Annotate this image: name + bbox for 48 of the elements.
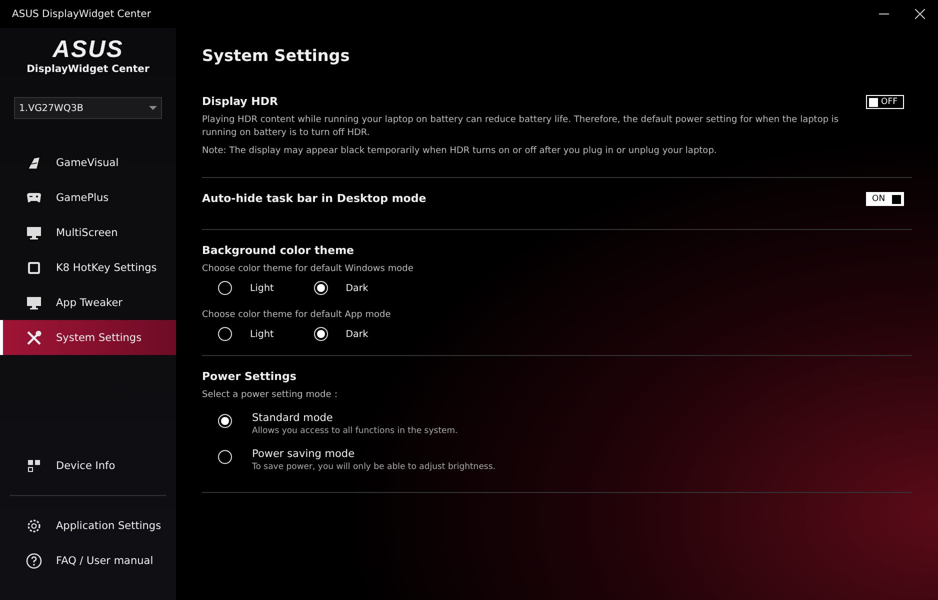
toggle-switch[interactable]: ON: [866, 192, 904, 206]
note-text: Note: The display may appear black temporarily when HDR turns on or off after you plug in or unplug your laptop.: [202, 145, 718, 158]
gamevisual-icon: [26, 154, 42, 170]
nav-item[interactable]: K8 HotKey Settings: [0, 250, 176, 285]
section-title: Background color theme: [202, 244, 355, 258]
logo: ASUS: [52, 38, 124, 62]
grid-icon: [26, 458, 42, 474]
radio-button[interactable]: [314, 327, 328, 342]
section-title: Power Settings: [202, 370, 298, 384]
nav-item[interactable]: App Tweaker: [0, 285, 176, 320]
nav-item[interactable]: GameVisual: [0, 145, 176, 180]
radio-button[interactable]: [218, 327, 232, 342]
radio-button[interactable]: [218, 414, 232, 428]
radio-option[interactable]: Dark: [314, 281, 368, 296]
tools-icon: [26, 330, 42, 346]
toggle-switch[interactable]: OFF: [866, 95, 904, 109]
description-text: Playing HDR content while running your laptop on battery can reduce battery life. Therefore, the default power setting for when the laptop is running on battery is to turn off HDR.: [202, 114, 840, 140]
help-icon: [26, 552, 42, 568]
monitor-dropdown[interactable]: 1.VG27WQ3B: [14, 97, 162, 119]
nav-item[interactable]: GamePlus: [0, 180, 176, 215]
monitor-icon: [26, 294, 42, 310]
radio-button[interactable]: [218, 450, 232, 464]
option-label[interactable]: Standard mode: [252, 412, 458, 424]
caption-text: Choose color theme for default App mode: [202, 309, 392, 322]
app-name: DisplayWidget Center: [26, 64, 150, 75]
settings-icon: [26, 518, 42, 534]
page-title: System Settings: [202, 46, 351, 65]
radio-button[interactable]: [218, 281, 232, 296]
nav-item[interactable]: FAQ / User manual: [0, 543, 160, 578]
nav-item[interactable]: System Settings: [0, 320, 176, 355]
nav-item[interactable]: Device Info: [0, 448, 176, 483]
monitor-icon: [26, 224, 42, 240]
caption-text: Choose color theme for default Windows mode: [202, 263, 414, 276]
nav-item[interactable]: Application Settings: [0, 508, 168, 543]
radio-option[interactable]: Light: [218, 281, 274, 296]
window-title: ASUS DisplayWidget Center: [12, 8, 152, 20]
option-label[interactable]: Power saving mode: [252, 448, 496, 460]
nav-item[interactable]: MultiScreen: [0, 215, 176, 250]
section-title: Auto-hide task bar in Desktop mode: [202, 192, 426, 206]
close-icon: [915, 9, 925, 19]
section-title: Display HDR: [202, 95, 278, 108]
option-description: To save power, you will only be able to adjust brightness.: [252, 462, 496, 472]
radio-button[interactable]: [314, 281, 328, 296]
caption-text: Select a power setting mode：: [202, 389, 342, 402]
radio-option[interactable]: Dark: [314, 327, 368, 342]
option-description: Allows you access to all functions in the system.: [252, 426, 458, 436]
square-icon: [26, 260, 42, 276]
radio-option[interactable]: Light: [218, 327, 274, 342]
